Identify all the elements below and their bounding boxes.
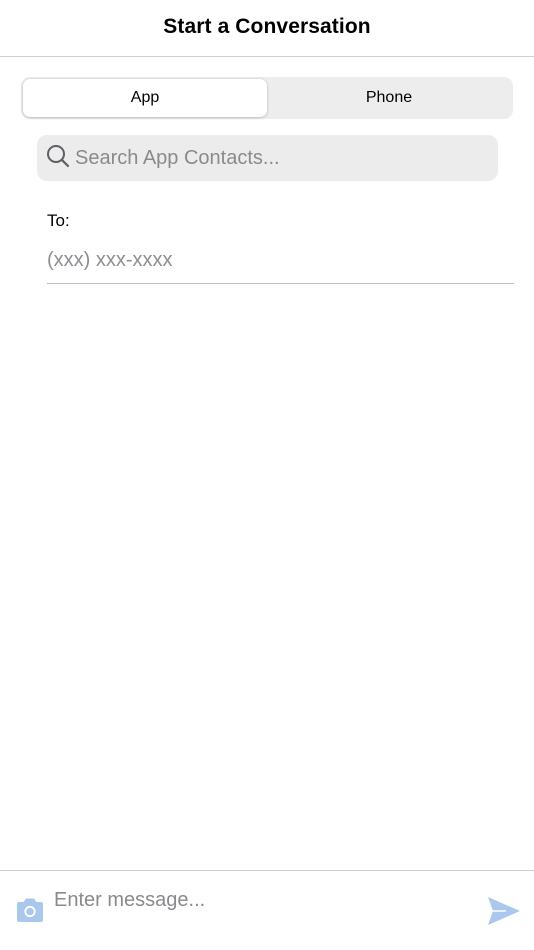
to-label: To: bbox=[47, 211, 70, 230]
message-composer bbox=[0, 870, 534, 950]
search-bar[interactable] bbox=[37, 135, 498, 181]
message-input[interactable] bbox=[54, 885, 464, 915]
send-icon[interactable] bbox=[486, 895, 522, 927]
search-icon bbox=[45, 143, 71, 174]
nav-header: Start a Conversation bbox=[0, 0, 534, 57]
search-input[interactable] bbox=[75, 146, 475, 170]
start-conversation-screen: Start a Conversation App Phone To: bbox=[0, 0, 534, 950]
segment-app[interactable]: App bbox=[23, 79, 267, 117]
segment-phone[interactable]: Phone bbox=[267, 79, 511, 117]
recipient-field bbox=[47, 242, 514, 284]
segmented-control: App Phone bbox=[21, 77, 513, 119]
page-title: Start a Conversation bbox=[163, 15, 371, 38]
camera-icon[interactable] bbox=[14, 896, 46, 924]
phone-number-input[interactable] bbox=[47, 242, 514, 278]
